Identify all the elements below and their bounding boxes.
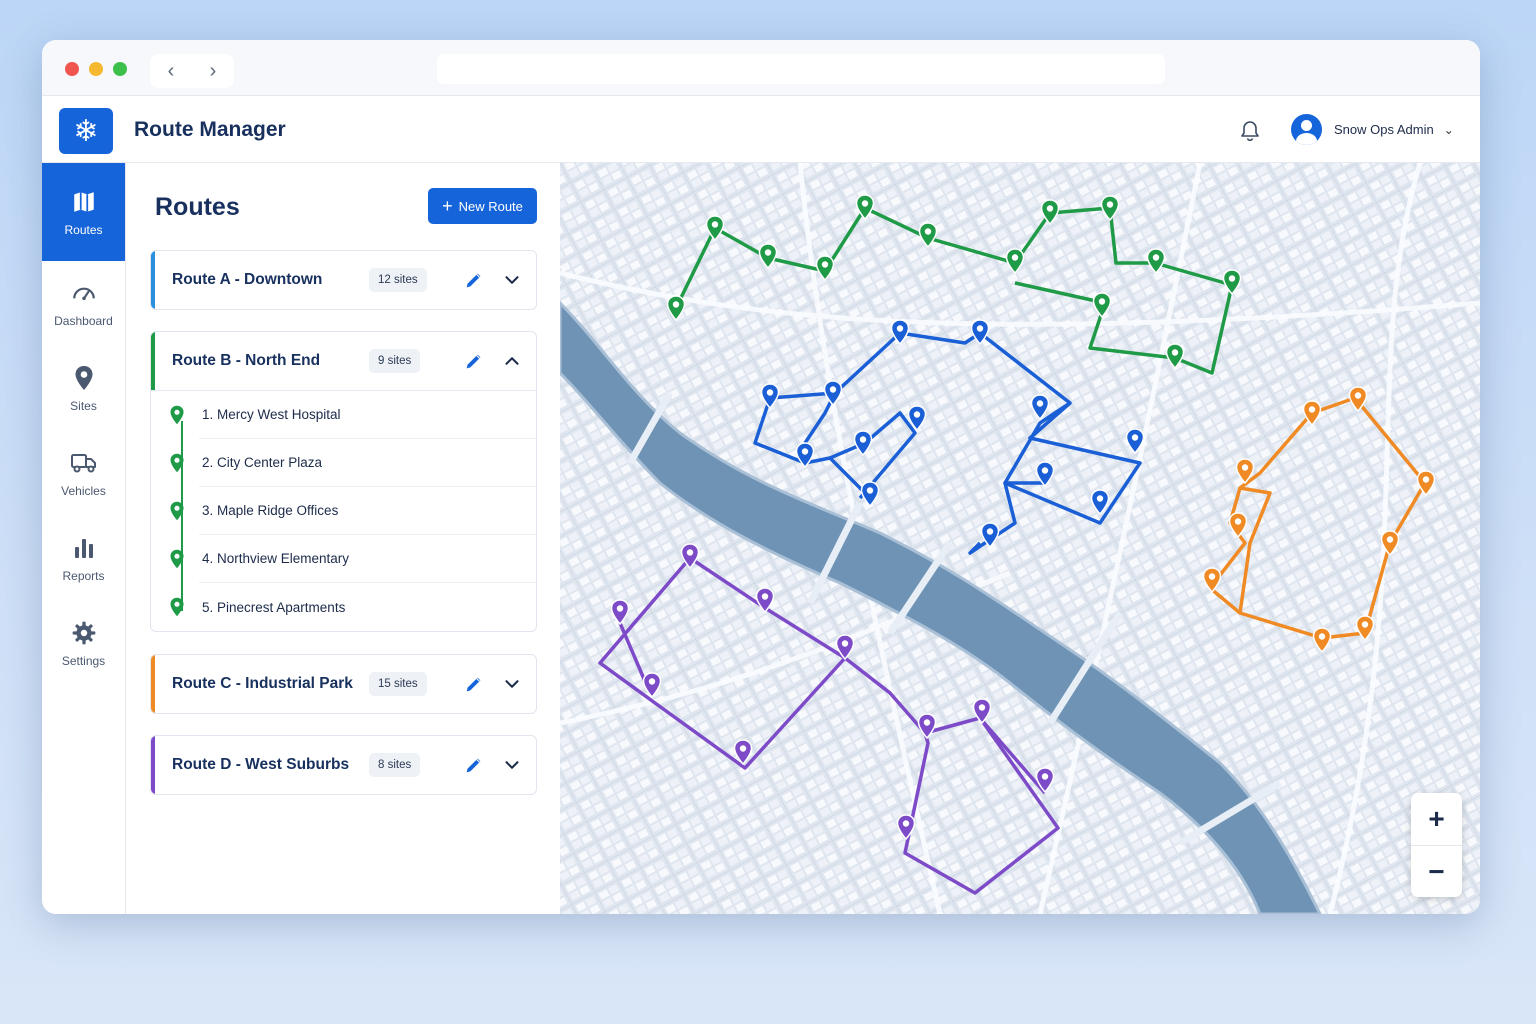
chevron-down-icon: ⌄ — [1443, 122, 1454, 137]
site-name: 3. Maple Ridge Offices — [202, 503, 339, 518]
list-item[interactable]: 1. Mercy West Hospital — [170, 391, 536, 439]
location-pin-icon — [170, 597, 184, 617]
routes-panel: Routes + New Route Route A - Downtown 12… — [126, 163, 560, 914]
zoom-in-button[interactable]: + — [1411, 793, 1462, 845]
sidebar: Routes Dashboard Sites Vehicles Reports — [42, 163, 126, 914]
new-route-button[interactable]: + New Route — [428, 188, 537, 224]
sidebar-item-label: Routes — [64, 222, 103, 237]
chevron-down-icon[interactable] — [501, 673, 523, 695]
app-title: Route Manager — [134, 118, 286, 141]
location-pin-icon — [73, 364, 95, 392]
route-card-a[interactable]: Route A - Downtown 12 sites — [150, 250, 537, 310]
sidebar-item-dashboard[interactable]: Dashboard — [42, 261, 125, 346]
site-name: 2. City Center Plaza — [202, 455, 323, 470]
route-map[interactable]: + − — [560, 163, 1480, 914]
sidebar-item-sites[interactable]: Sites — [42, 346, 125, 431]
gear-icon — [71, 619, 97, 647]
map-icon — [71, 188, 97, 216]
sidebar-item-label: Settings — [61, 654, 106, 668]
site-list: 1. Mercy West Hospital 2. City Center Pl… — [151, 390, 536, 631]
sites-count-badge: 8 sites — [369, 753, 421, 777]
list-item[interactable]: 5. Pinecrest Apartments — [170, 583, 536, 631]
user-name: Snow Ops Admin — [1334, 122, 1434, 137]
sidebar-item-label: Dashboard — [54, 314, 113, 328]
route-card-d[interactable]: Route D - West Suburbs 8 sites — [150, 735, 537, 795]
route-color-bar — [151, 332, 155, 390]
sidebar-item-vehicles[interactable]: Vehicles — [42, 431, 125, 516]
edit-icon[interactable] — [463, 673, 485, 695]
route-color-bar — [151, 251, 155, 309]
chevron-left-icon[interactable]: ‹ — [168, 60, 175, 83]
minimize-window-button[interactable] — [89, 62, 103, 76]
snowflake-icon[interactable]: ❄ — [59, 108, 113, 154]
edit-icon[interactable] — [463, 269, 485, 291]
location-pin-icon — [170, 453, 184, 473]
bell-icon[interactable] — [1238, 119, 1262, 143]
sidebar-item-label: Reports — [62, 569, 105, 583]
zoom-out-button[interactable]: − — [1411, 845, 1462, 897]
location-pin-icon — [170, 549, 184, 569]
close-window-button[interactable] — [65, 62, 79, 76]
route-name: Route D - West Suburbs — [172, 756, 350, 773]
browser-window: ‹ › ❄ Route Manager Snow Ops Admin ⌄ Rou… — [42, 40, 1480, 914]
plus-icon: + — [442, 196, 453, 216]
sites-count-badge: 9 sites — [369, 349, 421, 373]
edit-icon[interactable] — [463, 350, 485, 372]
address-bar[interactable] — [437, 54, 1165, 84]
chevron-down-icon[interactable] — [501, 754, 523, 776]
site-name: 5. Pinecrest Apartments — [202, 599, 346, 615]
zoom-controls: + − — [1411, 793, 1462, 897]
app-header: ❄ Route Manager Snow Ops Admin ⌄ — [42, 96, 1480, 163]
site-name: 1. Mercy West Hospital — [202, 407, 341, 422]
sidebar-item-routes[interactable]: Routes — [42, 163, 125, 261]
user-menu[interactable]: Snow Ops Admin ⌄ — [1291, 114, 1454, 145]
chevron-right-icon[interactable]: › — [210, 60, 217, 83]
gauge-icon — [71, 279, 97, 307]
truck-icon — [70, 449, 98, 477]
browser-nav-buttons: ‹ › — [150, 54, 234, 88]
route-name: Route C - Industrial Park — [172, 675, 353, 692]
site-name: 4. Northview Elementary — [202, 551, 350, 566]
sidebar-item-label: Sites — [70, 399, 97, 413]
new-route-label: New Route — [458, 198, 523, 214]
sites-count-badge: 15 sites — [369, 672, 427, 696]
location-pin-icon — [170, 405, 184, 425]
chevron-down-icon[interactable] — [501, 269, 523, 291]
list-item[interactable]: 2. City Center Plaza — [170, 439, 536, 487]
list-item[interactable]: 3. Maple Ridge Offices — [170, 487, 536, 535]
avatar — [1291, 114, 1322, 145]
route-color-bar — [151, 655, 155, 713]
route-header[interactable]: Route B - North End 9 sites — [151, 332, 536, 390]
route-card-c[interactable]: Route C - Industrial Park 15 sites — [150, 654, 537, 714]
edit-icon[interactable] — [463, 754, 485, 776]
map-canvas[interactable] — [560, 163, 1480, 914]
route-color-bar — [151, 736, 155, 794]
sidebar-item-reports[interactable]: Reports — [42, 516, 125, 601]
route-header[interactable]: Route A - Downtown 12 sites — [151, 251, 536, 309]
chevron-up-icon[interactable] — [501, 350, 523, 372]
route-header[interactable]: Route C - Industrial Park 15 sites — [151, 655, 536, 713]
bar-chart-icon — [72, 534, 96, 562]
page-title: Routes — [155, 193, 240, 221]
location-pin-icon — [170, 501, 184, 521]
route-card-b[interactable]: Route B - North End 9 sites 1. Mercy Wes… — [150, 331, 537, 632]
city-blocks — [560, 163, 1480, 914]
route-name: Route B - North End — [172, 352, 321, 369]
sidebar-item-settings[interactable]: Settings — [42, 601, 125, 686]
sidebar-item-label: Vehicles — [61, 484, 106, 498]
list-item[interactable]: 4. Northview Elementary — [170, 535, 536, 583]
maximize-window-button[interactable] — [113, 62, 127, 76]
route-name: Route A - Downtown — [172, 271, 323, 288]
browser-titlebar: ‹ › — [42, 40, 1480, 96]
route-header[interactable]: Route D - West Suburbs 8 sites — [151, 736, 536, 794]
sites-count-badge: 12 sites — [369, 268, 427, 292]
